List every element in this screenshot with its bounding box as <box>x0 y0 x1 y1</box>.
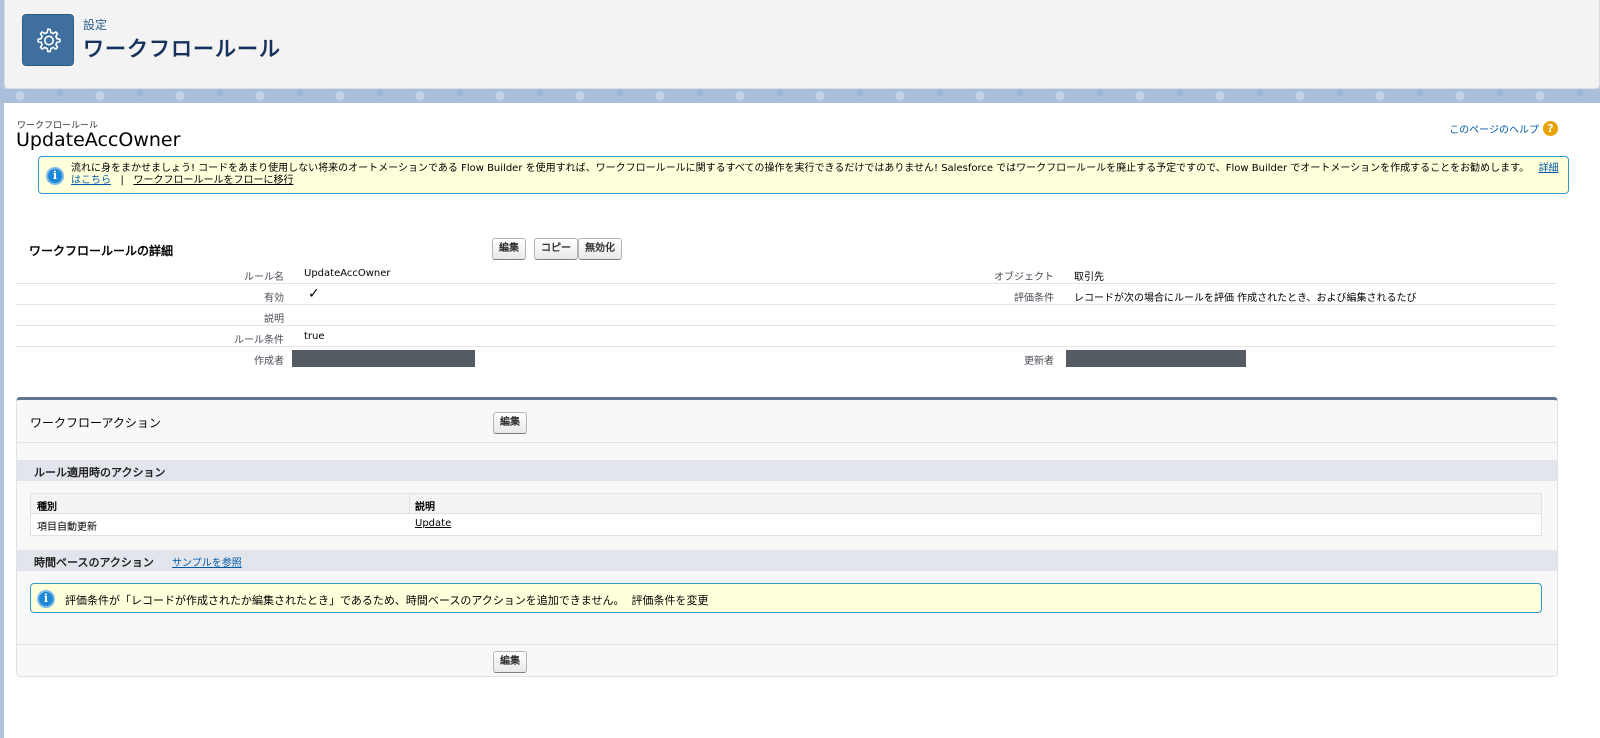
record-name: UpdateAccOwner <box>16 129 181 151</box>
eval-criteria-value: レコードが次の場合にルールを評価 作成されたとき、および編集されるたび <box>1074 293 1417 304</box>
banner-text: 流れに身をまかせましょう! コードをあまり使用しない将来のオートメーションである… <box>71 163 1561 187</box>
workflow-actions-title: ワークフローアクション <box>30 416 161 430</box>
action-description-link[interactable]: Update <box>415 518 451 529</box>
immediate-actions-header: ルール適用時のアクション <box>17 460 1557 481</box>
main-content: ワークフロールール UpdateAccOwner このページのヘルプ ? i 流… <box>4 103 1600 738</box>
help-link[interactable]: このページのヘルプ ? <box>1449 121 1558 136</box>
rule-criteria-label: ルール条件 <box>234 335 284 346</box>
object-label: オブジェクト <box>994 272 1054 283</box>
rule-name-value: UpdateAccOwner <box>304 268 391 279</box>
active-label: 有効 <box>264 293 284 304</box>
column-separator <box>409 494 410 513</box>
redacted-modified-by <box>1066 350 1246 367</box>
bottom-edit-button[interactable]: 編集 <box>493 651 527 673</box>
detail-table: ルール名 UpdateAccOwner オブジェクト 取引先 有効 ✓ 評価条件… <box>16 263 1556 371</box>
object-value: 取引先 <box>1074 272 1104 283</box>
banner-message: 流れに身をまかせましょう! コードをあまり使用しない将来のオートメーションである… <box>71 163 1530 174</box>
active-check-icon: ✓ <box>308 286 320 302</box>
time-based-notice: i 評価条件が「レコードが作成されたか編集されたとき」であるため、時間ベースのア… <box>30 583 1542 613</box>
app-header: 設定 ワークフロールール <box>4 0 1600 89</box>
breadcrumb[interactable]: 設定 <box>83 16 107 33</box>
deactivate-button[interactable]: 無効化 <box>578 238 622 260</box>
rule-name-label: ルール名 <box>244 272 284 283</box>
setup-tile <box>22 14 74 66</box>
time-based-header: 時間ベースのアクション <box>17 550 1557 571</box>
detail-row: ルール名 UpdateAccOwner オブジェクト 取引先 <box>16 263 1556 284</box>
rule-criteria-value: true <box>304 331 325 342</box>
detail-row: 有効 ✓ 評価条件 レコードが次の場合にルールを評価 作成されたとき、および編集… <box>16 284 1556 305</box>
column-type: 種別 <box>37 502 57 513</box>
action-type: 項目自動更新 <box>37 522 97 533</box>
detail-row: ルール条件 true <box>16 326 1556 347</box>
description-label: 説明 <box>264 314 284 325</box>
migrate-to-flow-link[interactable]: ワークフロールールをフローに移行 <box>133 175 293 186</box>
created-by-label: 作成者 <box>254 356 284 367</box>
eval-criteria-label: 評価条件 <box>1014 293 1054 304</box>
immediate-actions-title: ルール適用時のアクション <box>34 466 166 479</box>
detail-row: 作成者 更新者 <box>16 347 1556 371</box>
table-header: 種別 説明 <box>31 494 1541 514</box>
time-based-notice-text: 評価条件が「レコードが作成されたか編集されたとき」であるため、時間ベースのアクシ… <box>65 592 708 608</box>
divider <box>17 644 1557 645</box>
actions-table: 種別 説明 項目自動更新 Update <box>30 493 1542 536</box>
column-description: 説明 <box>415 502 435 513</box>
view-samples-link[interactable]: サンプルを参照 <box>172 554 242 569</box>
detail-row: 説明 <box>16 305 1556 326</box>
modified-by-label: 更新者 <box>1024 356 1054 367</box>
help-link-text[interactable]: このページのヘルプ <box>1449 121 1539 136</box>
time-based-notice-message: 評価条件が「レコードが作成されたか編集されたとき」であるため、時間ベースのアクシ… <box>65 594 625 607</box>
decorative-band <box>0 89 1600 103</box>
page-title: ワークフロールール <box>83 37 281 61</box>
help-icon[interactable]: ? <box>1543 121 1558 136</box>
divider <box>17 442 1557 443</box>
time-based-title: 時間ベースのアクション <box>34 556 154 569</box>
detail-section-title: ワークフロールールの詳細 <box>29 244 174 258</box>
workflow-actions-panel: ワークフローアクション 編集 ルール適用時のアクション 種別 説明 項目自動更新… <box>16 397 1558 677</box>
workflow-edit-button[interactable]: 編集 <box>493 412 527 434</box>
banner-separator: | <box>120 175 124 186</box>
gear-icon <box>37 28 61 53</box>
copy-button[interactable]: コピー <box>534 238 578 260</box>
info-icon: i <box>46 167 64 185</box>
info-icon: i <box>37 590 55 608</box>
table-row: 項目自動更新 Update <box>31 514 1541 535</box>
edit-button[interactable]: 編集 <box>492 238 526 260</box>
change-eval-criteria-link[interactable]: 評価条件を変更 <box>631 594 708 607</box>
flow-builder-banner: i 流れに身をまかせましょう! コードをあまり使用しない将来のオートメーションで… <box>38 156 1569 194</box>
redacted-created-by <box>292 350 475 367</box>
